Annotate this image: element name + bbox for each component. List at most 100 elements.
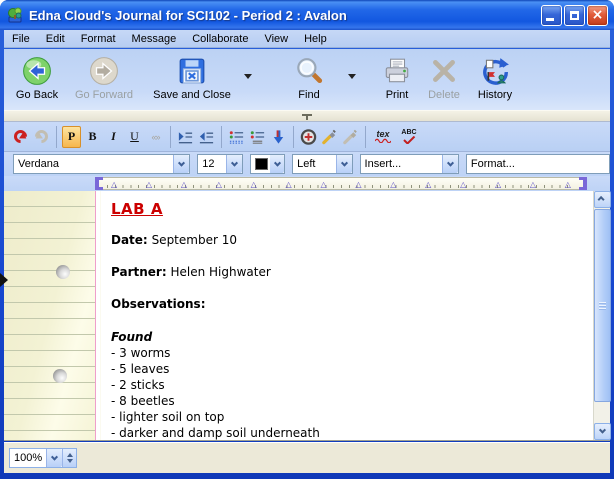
doc-field-observations: Observations:: [111, 297, 583, 312]
doc-found-item: - lighter soil on top: [111, 409, 583, 425]
italic-button[interactable]: I: [104, 126, 123, 148]
print-button[interactable]: Print: [374, 53, 420, 107]
chevron-down-icon[interactable]: [442, 155, 458, 173]
alignment-select[interactable]: Left: [292, 154, 352, 174]
ruler-tab-marker[interactable]: △: [111, 180, 117, 190]
separator: [170, 126, 171, 148]
pane-splitter-arrow[interactable]: [0, 273, 8, 287]
zoom-dropdown-button[interactable]: [46, 449, 62, 467]
menu-file[interactable]: File: [4, 32, 38, 46]
ruler-tab-marker[interactable]: △: [216, 180, 222, 190]
chevron-down-icon[interactable]: [336, 155, 352, 173]
save-icon: [178, 55, 206, 87]
ruler-tab-marker[interactable]: △: [355, 180, 361, 190]
ruler-left-margin-marker[interactable]: [95, 177, 103, 190]
ruler-tab-marker[interactable]: △: [320, 180, 326, 190]
chevron-down-icon[interactable]: [173, 155, 189, 173]
maximize-button[interactable]: [564, 5, 585, 26]
chevron-down-icon[interactable]: [270, 155, 284, 173]
bold-button[interactable]: B: [83, 126, 102, 148]
paper-hole: [53, 369, 67, 383]
chevron-down-icon: [599, 427, 606, 434]
title-bar[interactable]: Edna Cloud's Journal for SCI102 - Period…: [0, 0, 614, 30]
numbered-list-button[interactable]: [248, 126, 267, 148]
history-icon: [480, 55, 510, 87]
ruler-tab-marker[interactable]: △: [565, 180, 571, 190]
ruler-tab-marker[interactable]: △: [251, 180, 257, 190]
chevron-down-icon[interactable]: [226, 155, 242, 173]
bulleted-list-icon: [228, 128, 245, 146]
move-down-button[interactable]: [269, 126, 288, 148]
decrease-indent-button[interactable]: [197, 126, 216, 148]
ruler-tab-marker[interactable]: △: [146, 180, 152, 190]
paragraph-style-button[interactable]: P: [62, 126, 81, 148]
ruler-tab-marker[interactable]: △: [286, 180, 292, 190]
find-button[interactable]: Find: [282, 53, 336, 107]
menu-format[interactable]: Format: [73, 32, 124, 46]
scroll-down-button[interactable]: [594, 423, 611, 440]
scrollbar-thumb[interactable]: [594, 209, 611, 402]
autocorrect-button[interactable]: tex: [371, 126, 395, 148]
underline-button[interactable]: U: [125, 126, 144, 148]
increase-indent-icon: [177, 128, 194, 146]
zoom-value: 100%: [10, 452, 46, 464]
color-swatch: [255, 158, 268, 170]
ruler-row: △ △ △ △ △ △ △ △ △ △ △ △ △ △: [4, 176, 610, 191]
format-select[interactable]: Format...: [466, 154, 610, 174]
redo-button[interactable]: [32, 126, 51, 148]
ruler-tab-marker[interactable]: △: [495, 180, 501, 190]
minimize-button[interactable]: [541, 5, 562, 26]
menu-collaborate[interactable]: Collaborate: [184, 32, 256, 46]
ruler: △ △ △ △ △ △ △ △ △ △ △ △ △ △: [96, 177, 586, 190]
go-back-button[interactable]: Go Back: [10, 53, 64, 107]
save-and-close-button[interactable]: Save and Close: [144, 53, 240, 107]
menu-message[interactable]: Message: [124, 32, 185, 46]
scrollbar-vertical[interactable]: [593, 191, 610, 440]
zoom-stepper[interactable]: [62, 449, 76, 467]
app-window: Edna Cloud's Journal for SCI102 - Period…: [0, 0, 614, 479]
menu-edit[interactable]: Edit: [38, 32, 73, 46]
ruler-tab-marker[interactable]: △: [460, 180, 466, 190]
menu-view[interactable]: View: [256, 32, 296, 46]
insert-select[interactable]: Insert...: [360, 154, 459, 174]
close-button[interactable]: ×: [587, 5, 608, 26]
doc-found-item: - 8 beetles: [111, 393, 583, 409]
separator: [365, 126, 366, 148]
maximize-icon: [570, 11, 579, 20]
history-button[interactable]: History: [468, 53, 522, 107]
font-size-select[interactable]: 12: [197, 154, 243, 174]
app-icon[interactable]: [6, 6, 24, 24]
highlight-color-button[interactable]: [320, 126, 339, 148]
ruler-tab-marker[interactable]: △: [181, 180, 187, 190]
redo-icon: [32, 127, 50, 145]
move-down-icon: [270, 128, 287, 146]
toolbar-splitter[interactable]: [4, 110, 610, 122]
increase-indent-button[interactable]: [176, 126, 195, 148]
numbered-list-icon: [249, 128, 266, 146]
undo-button[interactable]: [11, 126, 30, 148]
doc-found-heading: Found: [111, 329, 583, 345]
menu-help[interactable]: Help: [296, 32, 335, 46]
eyedropper-gray-icon: [342, 128, 359, 146]
ruler-right-margin-marker[interactable]: [579, 177, 587, 190]
font-family-select[interactable]: Verdana: [13, 154, 190, 174]
font-color-select[interactable]: [250, 154, 285, 174]
save-options-caret[interactable]: [240, 53, 256, 99]
ruler-tab-marker[interactable]: △: [425, 180, 431, 190]
document-page[interactable]: LAB A Date: September 10 Partner: Helen …: [100, 191, 593, 440]
doc-title: LAB A: [111, 200, 583, 218]
find-icon: [294, 55, 324, 87]
separator: [56, 126, 57, 148]
spellcheck-button[interactable]: ABC: [397, 126, 421, 148]
content-area: LAB A Date: September 10 Partner: Helen …: [4, 191, 610, 441]
bulleted-list-button[interactable]: [227, 126, 246, 148]
ruler-tab-marker[interactable]: △: [390, 180, 396, 190]
zoom-control[interactable]: 100%: [9, 448, 77, 468]
insert-object-button[interactable]: [299, 126, 318, 148]
chevron-down-icon: [348, 74, 356, 79]
scroll-up-button[interactable]: [594, 191, 611, 208]
doc-found-item: - 5 leaves: [111, 361, 583, 377]
doc-found-item: - darker and damp soil underneath: [111, 425, 583, 440]
ruler-tab-marker[interactable]: △: [530, 180, 536, 190]
find-options-caret[interactable]: [344, 53, 360, 99]
